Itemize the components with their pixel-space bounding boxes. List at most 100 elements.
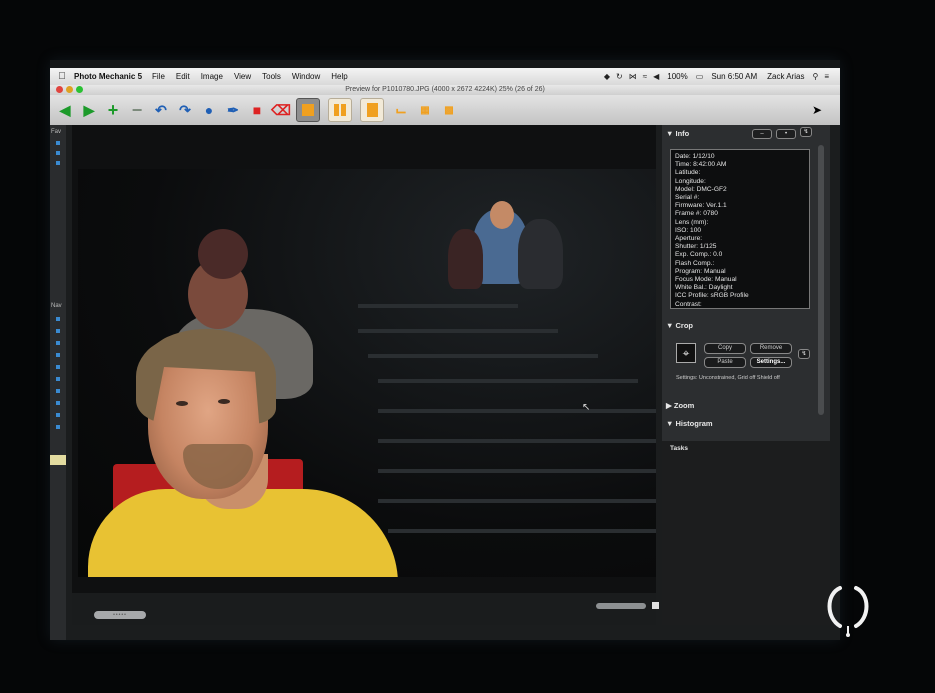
window-titlebar[interactable]: Preview for P1010780.JPG (4000 x 2672 42…	[50, 85, 840, 95]
previous-arrow-icon[interactable]: ◀	[56, 101, 74, 119]
audience-face	[198, 229, 248, 279]
battery-level[interactable]: 100%	[667, 72, 687, 81]
info-panel-header[interactable]: ▼ Info	[666, 129, 689, 138]
rotate-left-icon[interactable]: ↶	[152, 101, 170, 119]
menu-edit[interactable]: Edit	[176, 72, 190, 81]
grid-many-icon[interactable]: ▩	[440, 101, 458, 119]
edit-pencil-icon[interactable]: ✒	[224, 101, 242, 119]
zoom-in-plus-icon[interactable]: +	[104, 100, 122, 120]
folder-icon[interactable]	[56, 151, 60, 155]
seat-row	[378, 409, 656, 413]
metadata-line: Firmware: Ver.1.1	[675, 202, 727, 210]
crop-remove-button[interactable]: Remove	[750, 343, 792, 354]
compare-view-button[interactable]	[328, 98, 352, 122]
zoom-panel-header[interactable]: ▶ Zoom	[666, 401, 694, 410]
filmstrip-toggle-button[interactable]: •••••	[94, 611, 146, 619]
favorites-label[interactable]: Fav	[51, 129, 61, 135]
histogram-panel-header[interactable]: ▼ Histogram	[666, 419, 713, 428]
crop-settings-button[interactable]: Settings...	[750, 357, 792, 368]
tasks-panel-header[interactable]: Tasks	[670, 445, 688, 452]
selected-folder-highlight[interactable]	[50, 455, 66, 465]
horizontal-scrollbar[interactable]	[596, 603, 646, 609]
folder-icon[interactable]	[56, 365, 60, 369]
rotate-right-icon[interactable]: ↷	[176, 101, 194, 119]
folder-icon[interactable]	[56, 317, 60, 321]
toolbar: ◀ ▶ + − ↶ ↷ ● ✒ ■ ⌫ ⌙ ▦ ▩ ➤	[50, 95, 840, 125]
menu-bar:  Photo Mechanic 5 File Edit Image View …	[50, 68, 840, 85]
info-sidebar: ▼ Info – • ↯ Date: 1/12/10 Time: 8:42:00…	[662, 125, 830, 625]
info-collapse-button[interactable]: –	[752, 129, 772, 139]
dropbox-icon[interactable]: ◆	[604, 72, 610, 81]
full-view-button[interactable]	[360, 98, 384, 122]
grid-four-icon[interactable]: ▦	[416, 101, 434, 119]
folder-icon[interactable]	[56, 389, 60, 393]
folder-icon[interactable]	[56, 141, 60, 145]
seat-row	[388, 529, 656, 533]
menu-image[interactable]: Image	[201, 72, 223, 81]
zoom-window-icon[interactable]	[76, 86, 83, 93]
navigator-label[interactable]: Nav	[51, 303, 62, 309]
metadata-line: Focus Mode: Manual	[675, 276, 737, 284]
zoom-out-minus-icon[interactable]: −	[128, 100, 146, 120]
crop-settings-summary: Settings: Unconstrained, Grid off Shield…	[676, 375, 780, 381]
wifi-icon[interactable]: ≈	[643, 72, 647, 81]
crop-copy-button[interactable]: Copy	[704, 343, 746, 354]
contact-sheet-sidebar: Fav Nav	[50, 125, 66, 640]
folder-icon[interactable]	[56, 329, 60, 333]
crop-tool-icon[interactable]: ⌖	[676, 343, 696, 363]
app-menu[interactable]: Photo Mechanic 5	[74, 72, 142, 81]
seat-row	[378, 469, 656, 473]
seat-row	[378, 439, 656, 443]
color-class-icon[interactable]: ■	[248, 101, 266, 119]
seat-row	[378, 379, 638, 383]
crop-corner-icon[interactable]: ⌙	[392, 101, 410, 119]
histogram-panel-title: Histogram	[675, 419, 713, 428]
crop-panel-header[interactable]: ▼ Crop	[666, 321, 693, 330]
pointer-tool-icon[interactable]: ➤	[812, 103, 822, 117]
trash-icon[interactable]: ⌫	[271, 101, 291, 119]
audience-member	[448, 229, 483, 289]
folder-icon[interactable]	[56, 425, 60, 429]
crop-paste-button[interactable]: Paste	[704, 357, 746, 368]
metadata-line: Contrast:	[675, 300, 702, 308]
metadata-line: White Bal.: Daylight	[675, 284, 733, 292]
subject-eye	[176, 401, 188, 406]
metadata-line: Longitude:	[675, 177, 706, 185]
info-expand-button[interactable]: •	[776, 129, 796, 139]
volume-icon[interactable]: ◀	[653, 72, 659, 81]
metadata-line: Serial #:	[675, 194, 700, 202]
info-panel-scrollbar[interactable]	[818, 145, 824, 415]
next-arrow-icon[interactable]: ▶	[80, 101, 98, 119]
battery-icon[interactable]: ▭	[696, 72, 704, 81]
info-lightning-button[interactable]: ↯	[800, 127, 812, 137]
notification-list-icon[interactable]: ≡	[824, 72, 829, 81]
folder-icon[interactable]	[56, 341, 60, 345]
folder-icon[interactable]	[56, 161, 60, 165]
single-view-button[interactable]	[296, 98, 320, 122]
folder-icon[interactable]	[56, 353, 60, 357]
spotlight-icon[interactable]: ⚲	[812, 72, 818, 81]
apple-menu-icon[interactable]: 	[50, 71, 74, 82]
window-controls	[56, 86, 83, 93]
folder-icon[interactable]	[56, 377, 60, 381]
menu-file[interactable]: File	[152, 72, 165, 81]
close-window-icon[interactable]	[56, 86, 63, 93]
bluetooth-icon[interactable]: ⋈	[629, 72, 637, 81]
preview-photo[interactable]: ↖	[78, 169, 656, 577]
mouse-cursor-icon: ↖	[582, 402, 591, 413]
minimize-window-icon[interactable]	[66, 86, 73, 93]
folder-icon[interactable]	[56, 401, 60, 405]
menu-help[interactable]: Help	[331, 72, 347, 81]
folder-icon[interactable]	[56, 413, 60, 417]
sync-icon[interactable]: ↻	[616, 72, 623, 81]
menu-window[interactable]: Window	[292, 72, 320, 81]
metadata-line: ISO: 100	[675, 226, 702, 234]
menu-user[interactable]: Zack Arias	[767, 72, 804, 81]
info-icon[interactable]: ●	[200, 101, 218, 119]
menu-view[interactable]: View	[234, 72, 251, 81]
resize-corner-icon[interactable]	[652, 602, 659, 609]
menu-tools[interactable]: Tools	[262, 72, 281, 81]
menu-clock[interactable]: Sun 6:50 AM	[711, 72, 757, 81]
info-metadata-box: Date: 1/12/10 Time: 8:42:00 AM Latitude:…	[670, 149, 810, 309]
crop-lightning-button[interactable]: ↯	[798, 349, 810, 359]
